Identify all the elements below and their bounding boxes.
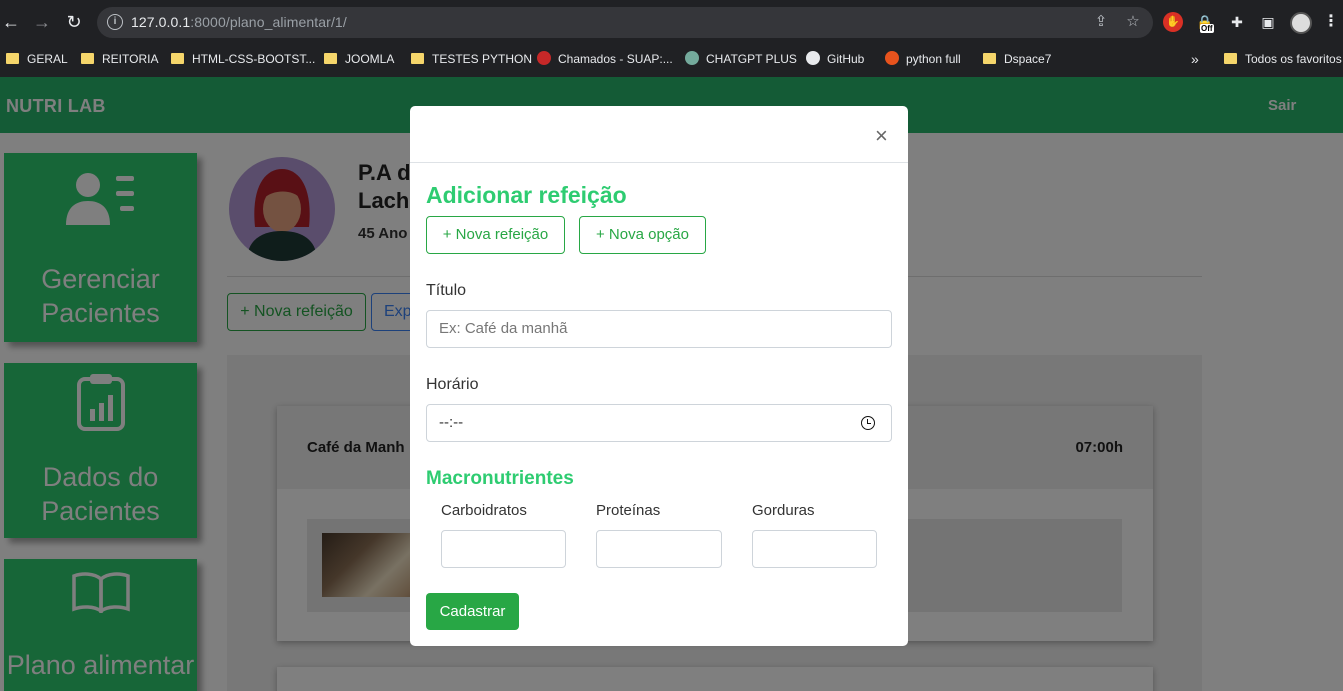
url-path: :8000/plano_alimentar/1/ <box>190 14 347 30</box>
close-icon[interactable]: × <box>875 125 888 147</box>
star-bookmark-icon[interactable]: ☆ <box>1124 13 1142 31</box>
site-info-icon[interactable]: i <box>107 14 123 30</box>
new-option-tab-button[interactable]: + Nova opção <box>579 216 706 254</box>
bookmark-geral[interactable]: GERAL <box>6 50 68 68</box>
time-input-value: --:-- <box>439 414 464 431</box>
folder-icon <box>81 53 94 64</box>
bookmark-chamados-suap[interactable]: Chamados - SUAP:... <box>537 50 673 68</box>
browser-chrome: ← → ↻ i 127.0.0.1:8000/plano_alimentar/1… <box>0 0 1343 77</box>
ext-off-badge: Off <box>1200 24 1214 33</box>
bookmark-label: Chamados - SUAP:... <box>558 52 673 66</box>
title-input[interactable]: Ex: Café da manhã <box>426 310 892 348</box>
bookmark-testes-python[interactable]: TESTES PYTHON <box>411 50 532 68</box>
app-viewport: NUTRI LAB Sair Gerenciar Pacientes Dados… <box>0 77 1343 691</box>
bookmark-label: TESTES PYTHON <box>432 52 533 66</box>
chatgpt-icon <box>685 51 699 65</box>
address-bar-row: ← → ↻ i 127.0.0.1:8000/plano_alimentar/1… <box>0 0 1343 45</box>
carbs-label: Carboidratos <box>441 502 527 519</box>
folder-icon <box>411 53 424 64</box>
bookmark-github[interactable]: GitHub <box>806 50 864 68</box>
bookmark-label: HTML-CSS-BOOTST... <box>192 52 316 66</box>
add-meal-modal: × Adicionar refeição + Nova refeição + N… <box>410 106 908 646</box>
clock-icon[interactable] <box>861 416 875 430</box>
puzzle-extensions-icon[interactable]: ✚ <box>1227 12 1247 32</box>
time-label: Horário <box>426 376 479 393</box>
bookmark-label: CHATGPT PLUS <box>706 52 797 66</box>
bookmark-label: Dspace7 <box>1004 52 1052 66</box>
title-label: Título <box>426 282 467 299</box>
folder-icon <box>1224 53 1237 64</box>
omnibox[interactable]: i 127.0.0.1:8000/plano_alimentar/1/ ⇪ ☆ <box>97 7 1153 38</box>
bookmark-chatgpt[interactable]: CHATGPT PLUS <box>685 50 797 68</box>
suap-icon <box>537 51 551 65</box>
modal-title: Adicionar refeição <box>426 182 627 208</box>
folder-icon <box>324 53 337 64</box>
forward-arrow-icon[interactable]: → <box>31 11 53 33</box>
bookmark-dspace7[interactable]: Dspace7 <box>983 50 1051 68</box>
protein-label: Proteínas <box>596 502 661 519</box>
submit-button[interactable]: Cadastrar <box>426 593 519 630</box>
url-host: 127.0.0.1 <box>131 14 191 30</box>
fat-label: Gorduras <box>752 502 815 519</box>
protein-input[interactable] <box>596 530 722 568</box>
github-icon <box>806 51 820 65</box>
macronutrients-title: Macronutrientes <box>426 468 574 489</box>
bookmark-all-favorites[interactable]: Todos os favoritos <box>1224 50 1342 68</box>
carbs-input[interactable] <box>441 530 566 568</box>
ext-stop-icon[interactable]: ✋ <box>1163 12 1183 32</box>
bookmark-label: GitHub <box>827 52 865 66</box>
more-bookmarks-chevron-icon[interactable]: » <box>1191 50 1199 68</box>
new-meal-tab-button[interactable]: + Nova refeição <box>426 216 565 254</box>
side-panel-icon[interactable]: ▣ <box>1258 12 1278 32</box>
back-arrow-icon[interactable]: ← <box>0 11 22 33</box>
bookmark-label: python full <box>906 52 961 66</box>
python-icon <box>885 51 899 65</box>
bookmark-joomla[interactable]: JOOMLA <box>324 50 394 68</box>
bookmark-html-css[interactable]: HTML-CSS-BOOTST... <box>171 50 315 68</box>
bookmark-label: REITORIA <box>102 52 159 66</box>
bookmark-python-full[interactable]: python full <box>885 50 961 68</box>
folder-icon <box>983 53 996 64</box>
time-input[interactable]: --:-- <box>426 404 892 442</box>
bookmark-label: GERAL <box>27 52 68 66</box>
modal-header: × <box>410 106 908 163</box>
folder-icon <box>171 53 184 64</box>
bookmark-label: JOOMLA <box>345 52 395 66</box>
fat-input[interactable] <box>752 530 877 568</box>
folder-icon <box>6 53 19 64</box>
bookmark-reitoria[interactable]: REITORIA <box>81 50 158 68</box>
bookmarks-bar: GERAL REITORIA HTML-CSS-BOOTST... JOOMLA… <box>0 45 1343 73</box>
kebab-menu-icon[interactable]: ⋮ <box>1323 11 1339 31</box>
profile-avatar-icon[interactable] <box>1290 12 1312 34</box>
bookmark-label: Todos os favoritos <box>1245 52 1342 66</box>
url-text[interactable]: 127.0.0.1:8000/plano_alimentar/1/ <box>131 14 347 30</box>
reload-icon[interactable]: ↻ <box>63 11 85 33</box>
share-icon[interactable]: ⇪ <box>1092 13 1110 31</box>
